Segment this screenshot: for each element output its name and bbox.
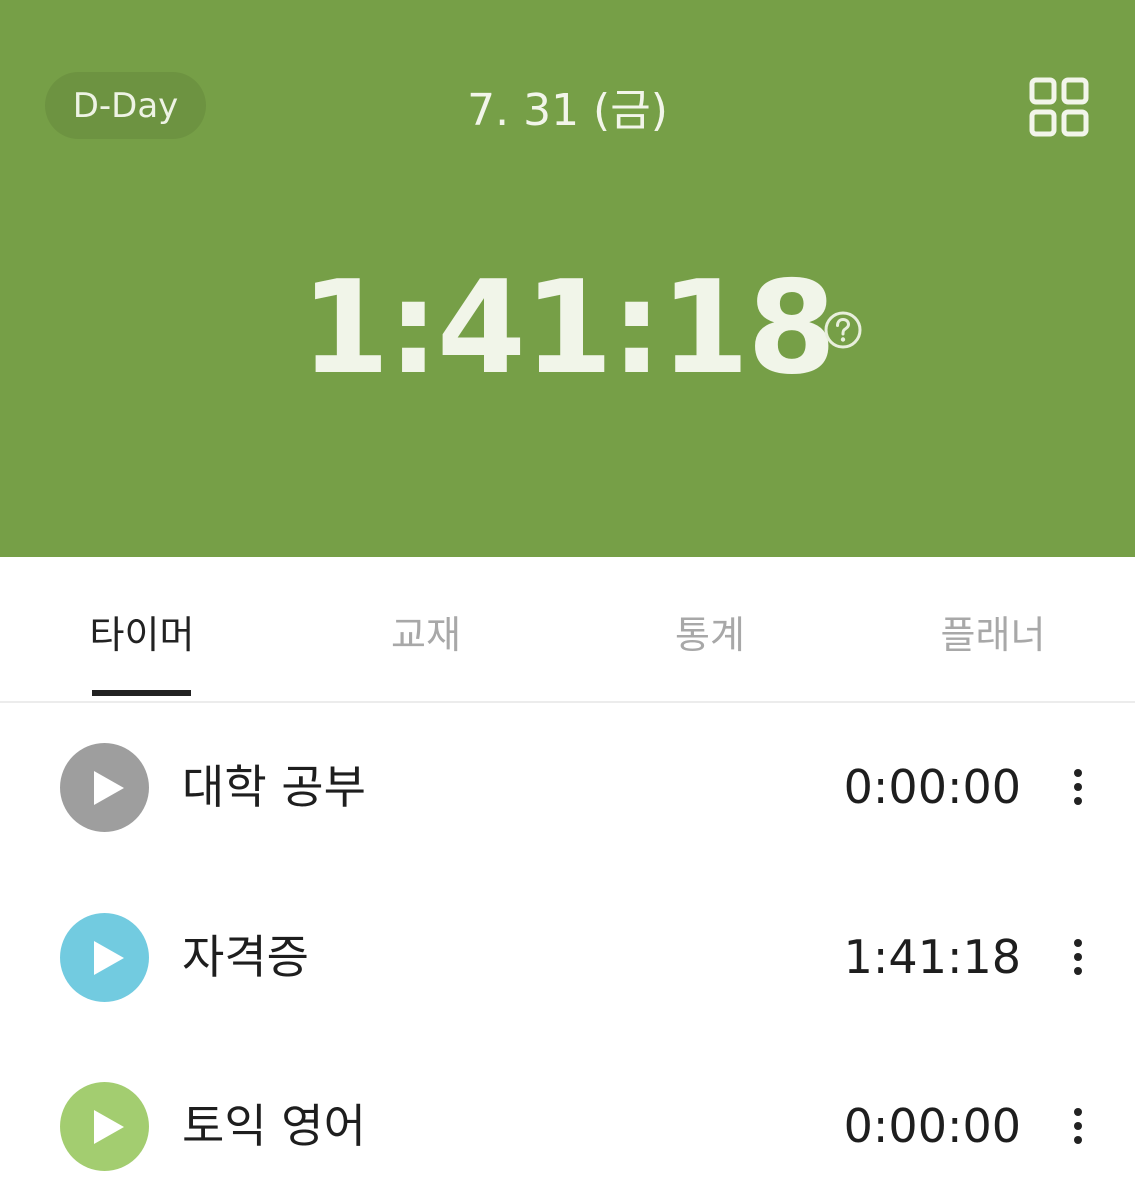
more-vertical-icon	[1074, 769, 1082, 805]
tab-textbook[interactable]: 교재	[326, 601, 526, 661]
tab-textbook-label: 교재	[391, 612, 461, 657]
tab-statistics[interactable]: 통계	[610, 601, 810, 661]
subject-name: 토익 영어	[182, 1099, 366, 1153]
active-tab-indicator	[92, 690, 191, 696]
subject-name: 대학 공부	[182, 760, 366, 814]
subject-name: 자격증	[182, 930, 309, 984]
help-icon	[824, 311, 862, 349]
help-button[interactable]	[822, 309, 864, 351]
grid-menu-button[interactable]	[1022, 70, 1096, 144]
more-vertical-icon	[1074, 1108, 1082, 1144]
tab-timer[interactable]: 타이머	[42, 601, 242, 661]
subject-time: 0:00:00	[843, 1099, 1021, 1153]
play-button[interactable]	[60, 743, 149, 832]
list-item[interactable]: 자격증 1:41:18	[0, 883, 1135, 1033]
play-icon	[93, 770, 124, 805]
grid-icon	[1029, 77, 1089, 137]
subject-time: 1:41:18	[843, 930, 1021, 984]
total-study-time: 1:41:18	[300, 253, 837, 403]
play-button[interactable]	[60, 913, 149, 1002]
tab-bar: 타이머 교재 통계 플래너	[0, 557, 1135, 703]
tab-planner[interactable]: 플래너	[893, 601, 1093, 661]
play-icon	[93, 1109, 124, 1144]
more-options-button[interactable]	[1060, 1096, 1096, 1156]
more-vertical-icon	[1074, 939, 1082, 975]
tab-statistics-label: 통계	[675, 612, 745, 657]
subject-time: 0:00:00	[843, 760, 1021, 814]
dday-button[interactable]: D-Day	[45, 72, 206, 139]
tab-planner-label: 플래너	[940, 612, 1046, 657]
play-icon	[93, 940, 124, 975]
list-item[interactable]: 대학 공부 0:00:00	[0, 713, 1135, 863]
play-button[interactable]	[60, 1082, 149, 1171]
header-bar: D-Day 7. 31 (금) 1:41:18	[0, 0, 1135, 557]
tab-timer-label: 타이머	[89, 612, 195, 657]
list-item[interactable]: 토익 영어 0:00:00	[0, 1052, 1135, 1202]
more-options-button[interactable]	[1060, 927, 1096, 987]
more-options-button[interactable]	[1060, 757, 1096, 817]
dday-label: D-Day	[72, 85, 179, 126]
